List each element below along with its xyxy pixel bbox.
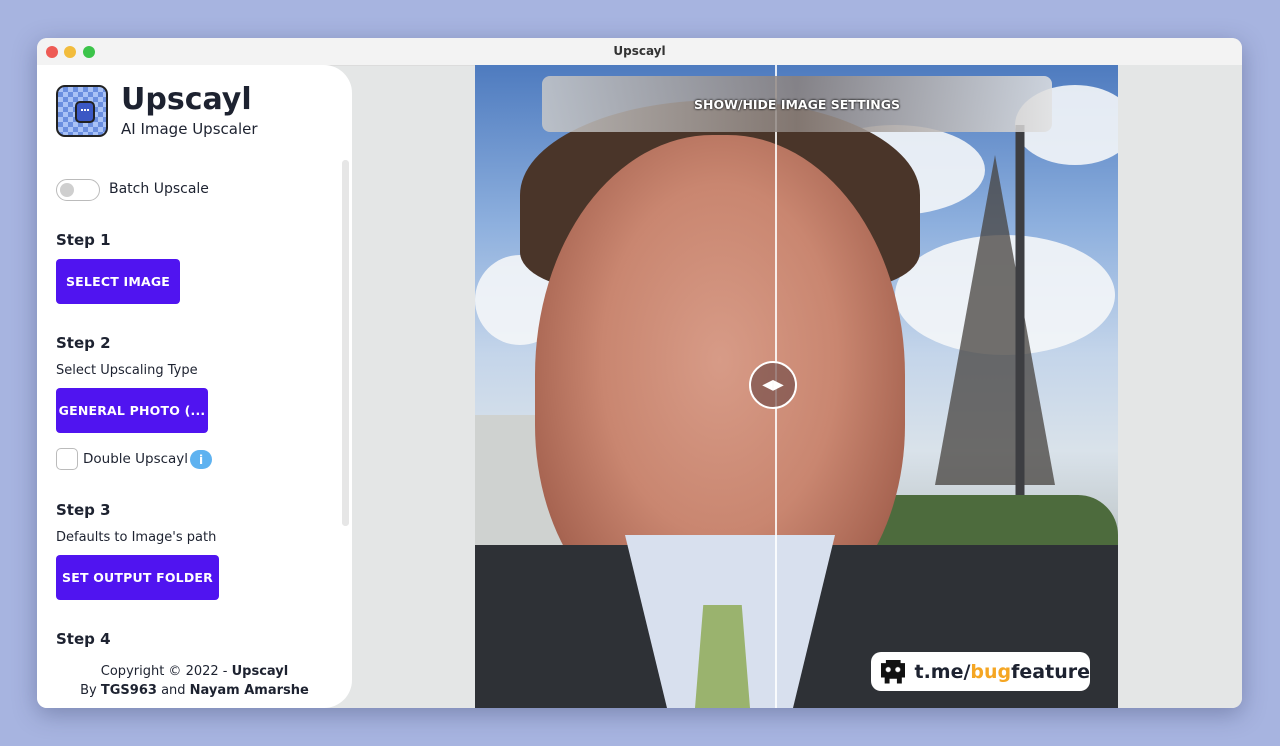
select-image-button[interactable]: SELECT IMAGE: [56, 259, 180, 304]
and-text: and: [156, 683, 190, 698]
sidebar: Upscayl AI Image Upscaler Batch Upscale …: [37, 65, 352, 708]
badge-accent: bug: [970, 660, 1012, 683]
copyright-brand: Upscayl: [231, 664, 289, 679]
batch-upscale-label: Batch Upscale: [109, 181, 209, 197]
badge-text: t.me/bugfeature: [914, 661, 1090, 683]
bugfeature-badge[interactable]: t.me/bugfeature: [871, 652, 1090, 691]
app-window: Upscayl Upscayl AI Image Upscaler Batch …: [37, 38, 1242, 708]
step3-description: Defaults to Image's path: [56, 530, 217, 545]
info-icon[interactable]: i: [190, 450, 212, 469]
step2-description: Select Upscaling Type: [56, 363, 198, 378]
double-upscayl-checkbox[interactable]: [56, 448, 78, 470]
bug-icon: [881, 659, 906, 684]
title-bar: Upscayl: [37, 38, 1242, 66]
step1-title: Step 1: [56, 231, 111, 249]
upscaling-type-button[interactable]: GENERAL PHOTO (...: [56, 388, 208, 433]
right-pane: [1118, 65, 1242, 708]
app-subtitle: AI Image Upscaler: [121, 120, 258, 138]
image-settings-label: SHOW/HIDE IMAGE SETTINGS: [694, 96, 900, 112]
by-text: By: [80, 683, 101, 698]
copyright: Copyright © 2022 - Upscayl By TGS963 and…: [37, 662, 352, 700]
image-compare-viewer[interactable]: ◀▶: [475, 65, 1118, 708]
step3-title: Step 3: [56, 501, 111, 519]
copyright-prefix: Copyright © 2022 -: [100, 664, 232, 679]
double-upscayl-label: Double Upscayl: [83, 451, 189, 467]
compare-handle-icon[interactable]: ◀▶: [749, 361, 797, 409]
app-name: Upscayl: [121, 82, 252, 117]
author-1: TGS963: [100, 683, 157, 698]
set-output-folder-button[interactable]: SET OUTPUT FOLDER: [56, 555, 219, 600]
badge-suffix: feature: [1011, 660, 1090, 683]
author-2: Nayam Amarshe: [189, 683, 309, 698]
step4-title: Step 4: [56, 630, 111, 648]
step2-title: Step 2: [56, 334, 111, 352]
badge-prefix: t.me/: [914, 660, 971, 683]
app-logo-icon: [56, 85, 108, 137]
batch-upscale-toggle[interactable]: [56, 179, 100, 201]
window-title: Upscayl: [613, 44, 666, 58]
sidebar-scrollbar[interactable]: [342, 160, 349, 526]
image-settings-toggle[interactable]: SHOW/HIDE IMAGE SETTINGS: [542, 76, 1052, 132]
